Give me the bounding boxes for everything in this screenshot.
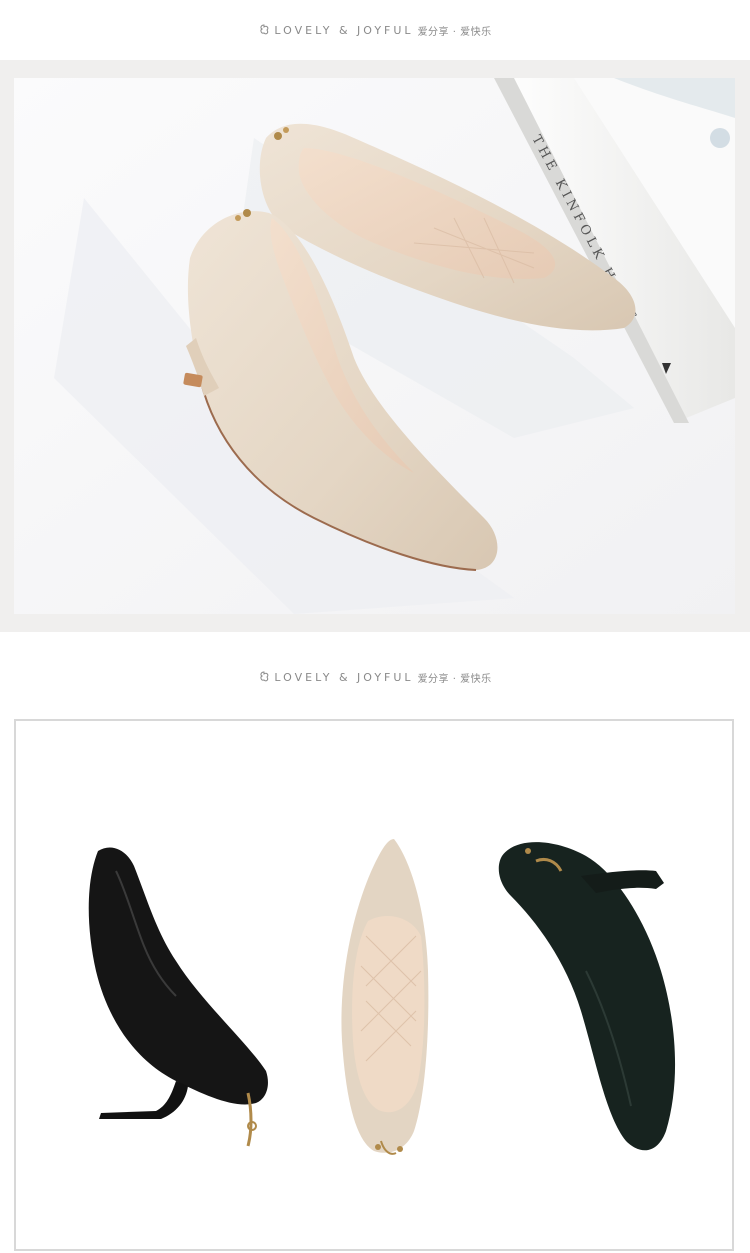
brand-line-2: LOVELY & JOYFUL 爱分享 · 爱快乐 [258,670,491,685]
flower-logo-icon [260,24,269,35]
photo-section-2 [14,719,734,1251]
brand-chinese-text: 爱分享 · 爱快乐 [417,26,492,38]
flower-logo-icon [260,671,269,682]
brand-chinese-text-2: 爱分享 · 爱快乐 [417,673,492,685]
brand-english-text: LOVELY & JOYFUL [274,23,414,37]
product-photo-three-pumps [16,721,732,1249]
brand-header-2: LOVELY & JOYFUL 爱分享 · 爱快乐 [0,645,750,709]
product-photo-nude-pumps: THE KINFOLK HOME [14,78,735,614]
brand-line: LOVELY & JOYFUL 爱分享 · 爱快乐 [258,23,491,38]
brand-header: LOVELY & JOYFUL 爱分享 · 爱快乐 [0,0,750,60]
brand-english-text-2: LOVELY & JOYFUL [274,670,414,684]
photo-section-1: THE KINFOLK HOME [0,60,750,632]
